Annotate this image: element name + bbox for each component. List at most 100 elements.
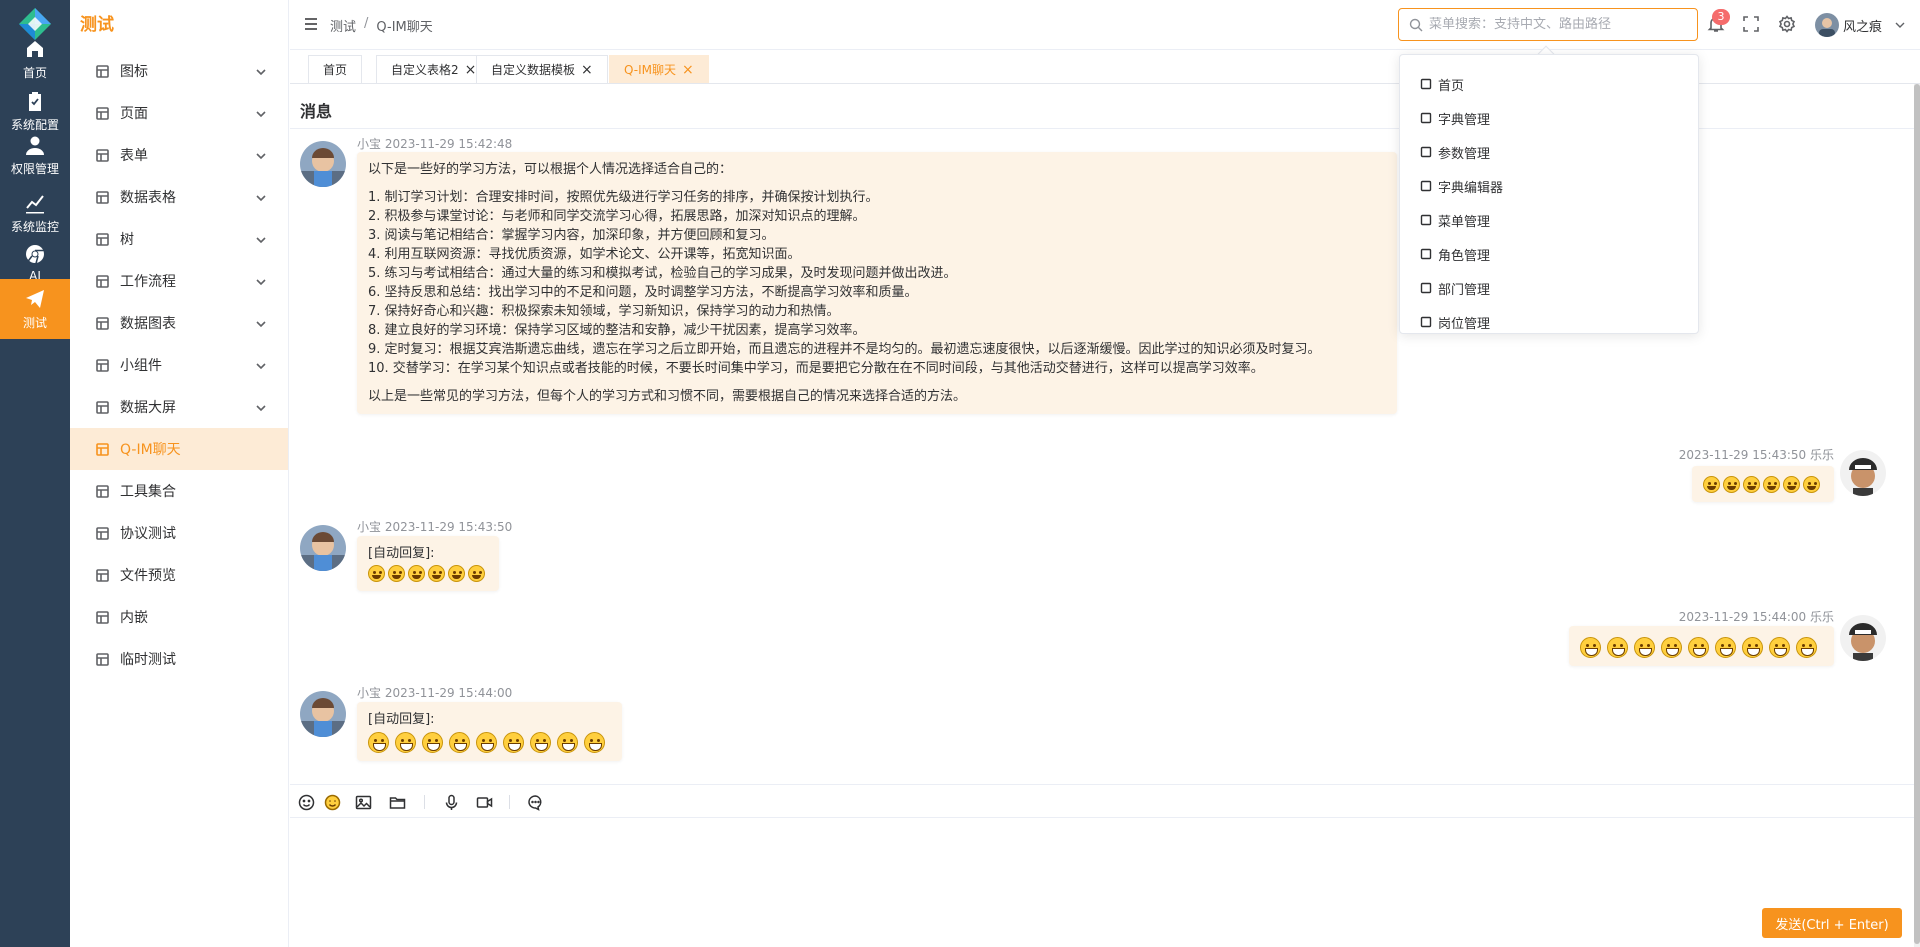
grin-emoji-icon [1783,476,1800,493]
dropdown-item-2[interactable]: 参数管理 [1400,135,1698,169]
menu-item-label: 数据大屏 [120,400,176,416]
grin-emoji-icon [557,732,578,753]
toolbar-divider [509,795,510,809]
dropdown-item-1[interactable]: 字典管理 [1400,101,1698,135]
grin-emoji-icon [468,565,485,582]
dropdown-item-4[interactable]: 菜单管理 [1400,203,1698,237]
chevron-down-icon [256,401,266,412]
menu-item-label: 树 [120,232,134,248]
scrollbar[interactable] [1914,84,1920,947]
message-bubble [1569,626,1834,666]
rail-item-5[interactable]: 测试 [0,279,70,339]
dropdown-item-3[interactable]: 字典编辑器 [1400,169,1698,203]
chevron-down-icon[interactable] [1895,20,1905,30]
settings-icon[interactable] [1778,15,1796,33]
dropdown-item-6[interactable]: 部门管理 [1400,271,1698,305]
chat-history-icon[interactable] [527,794,544,811]
close-icon[interactable]: × [682,63,694,77]
message-text: 7. 保持好奇心和兴趣：积极探索未知领域，学习新知识，保持学习的动力和热情。 [368,304,840,319]
fullscreen-icon[interactable] [1742,15,1760,33]
grin-emoji-icon [476,732,497,753]
menu-item-6[interactable]: 数据图表 [70,302,288,344]
menu-search-input[interactable] [1429,17,1679,32]
menu-item-7[interactable]: 小组件 [70,344,288,386]
tab-3[interactable]: Q-IM聊天 × [609,55,709,83]
menu-item-8[interactable]: 数据大屏 [70,386,288,428]
menu-grid-icon [1420,214,1432,226]
grin-emoji-icon [449,732,470,753]
menu-item-label: 工具集合 [120,484,176,500]
image-icon[interactable] [355,794,372,811]
dropdown-item-0[interactable]: 首页 [1400,67,1698,101]
dropdown-item-label: 菜单管理 [1438,214,1491,230]
emoji-icon[interactable] [298,794,315,811]
grin-emoji-icon [1796,637,1817,658]
menu-item-1[interactable]: 页面 [70,92,288,134]
message-meta: 2023-11-29 15:43:50 乐乐 [1679,446,1834,463]
sender-name: 小宝 [357,686,382,700]
share-icon [94,273,110,289]
send-button[interactable]: 发送(Ctrl + Enter) [1762,908,1902,938]
app-rail: 首页 系统配置 权限管理 系统监控 AI 测试 [0,0,70,947]
dropdown-item-label: 角色管理 [1438,248,1491,264]
dropdown-item-5[interactable]: 角色管理 [1400,237,1698,271]
dropdown-item-7[interactable]: 岗位管理 [1400,305,1698,333]
notification-badge: 3 [1712,9,1730,25]
document-icon [1420,146,1432,158]
chevron-down-icon [256,191,266,202]
microphone-icon[interactable] [443,794,460,811]
menu-item-14[interactable]: 临时测试 [70,638,288,680]
menu-item-5[interactable]: 工作流程 [70,260,288,302]
menu-item-2[interactable]: 表单 [70,134,288,176]
menu-item-label: 表单 [120,148,148,164]
hamburger-icon[interactable] [304,17,318,31]
menu-item-12[interactable]: 文件预览 [70,554,288,596]
rail-item-2[interactable]: 权限管理 [0,125,70,185]
folder-icon[interactable] [389,794,406,811]
rail-item-0[interactable]: 首页 [0,29,70,89]
grin-emoji-icon [503,732,524,753]
tab-2[interactable]: 自定义数据模板 × [476,55,608,83]
rail-item-label: 权限管理 [10,161,59,176]
menu-item-label: 图标 [120,64,148,80]
message-input[interactable] [290,819,1914,947]
screen-icon [94,399,110,415]
tab-label: Q-IM聊天 [624,62,677,77]
close-icon[interactable]: × [465,63,477,77]
menu-item-13[interactable]: 内嵌 [70,596,288,638]
form-icon [94,147,110,163]
sender-avatar[interactable] [300,141,346,187]
menu-item-3[interactable]: 数据表格 [70,176,288,218]
search-icon [1409,18,1423,32]
breadcrumb-item-section[interactable]: 测试 [330,16,356,35]
menu-item-9[interactable]: Q-IM聊天 [70,428,288,470]
user-avatar[interactable] [1815,13,1839,37]
smiley-sticker-icon[interactable] [324,794,341,811]
menu-item-11[interactable]: 协议测试 [70,512,288,554]
menu-item-label: 协议测试 [120,526,176,542]
video-icon[interactable] [476,794,493,811]
tab-label: 自定义数据模板 [491,62,576,77]
message-bubble: [自动回复]: [357,702,622,761]
menu-item-0[interactable]: 图标 [70,50,288,92]
grin-emoji-icon [1703,476,1720,493]
tab-1[interactable]: 自定义表格2 × [376,55,492,83]
tab-0[interactable]: 首页 [308,55,363,83]
sender-avatar[interactable] [1840,450,1886,496]
message-bubble [1692,466,1834,502]
scrollbar-thumb[interactable] [1914,84,1920,944]
chevron-down-icon [256,233,266,244]
message-text: 4. 利用互联网资源：寻找优质资源，如学术论文、公开课等，拓宽知识面。 [368,247,801,262]
sender-avatar[interactable] [1840,615,1886,661]
menu-item-10[interactable]: 工具集合 [70,470,288,512]
user-name[interactable]: 风之痕 [1843,16,1882,35]
close-icon[interactable]: × [581,63,593,77]
sender-avatar[interactable] [300,525,346,571]
message-text: 1. 制订学习计划：合理安排时间，按照优先级进行学习任务的排序，并确保按计划执行… [368,190,879,205]
menu-search-box[interactable] [1398,8,1698,41]
chevron-down-icon [256,275,266,286]
message-time: 2023-11-29 15:43:50 [1678,448,1807,462]
cpu-icon [94,357,110,373]
sender-avatar[interactable] [300,691,346,737]
menu-item-4[interactable]: 树 [70,218,288,260]
